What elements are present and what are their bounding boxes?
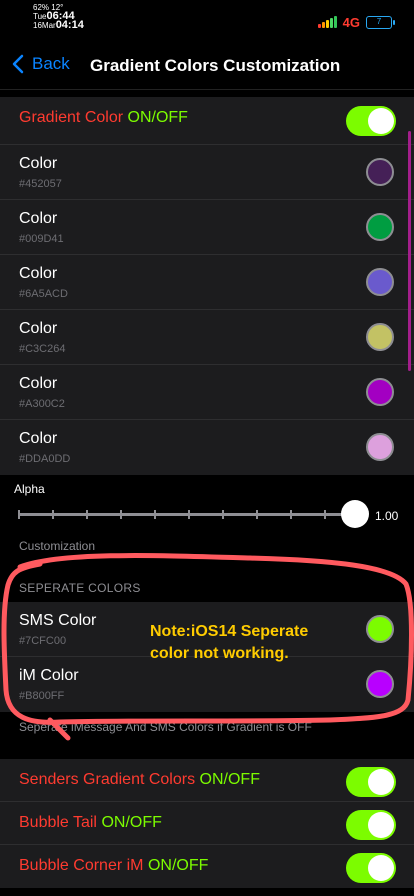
bubble-tail-label: Bubble Tail ON/OFF xyxy=(19,814,162,831)
color-swatch[interactable] xyxy=(366,213,394,241)
bubble-corner-label: Bubble Corner iM ON/OFF xyxy=(19,857,209,874)
color-swatch[interactable] xyxy=(366,158,394,186)
color-swatch[interactable] xyxy=(366,378,394,406)
slider-tick xyxy=(120,510,122,519)
status-bar: 62% 12° Tue06:44 16Mar04:14 4G 7 xyxy=(0,0,414,40)
navigation-bar: Back Gradient Colors Customization xyxy=(0,40,414,90)
back-button[interactable]: Back xyxy=(12,54,70,74)
alpha-slider-thumb[interactable] xyxy=(341,500,369,528)
bubble-corner-toggle-row: Bubble Corner iM ON/OFF xyxy=(0,845,414,888)
sms-color-swatch[interactable] xyxy=(366,615,394,643)
color-hex: #452057 xyxy=(19,178,62,190)
color-row[interactable]: Color #452057 xyxy=(0,145,414,200)
gradient-toggle-label: Gradient Color ON/OFF xyxy=(19,109,188,126)
page-title: Gradient Colors Customization xyxy=(90,56,341,75)
color-hex: #A300C2 xyxy=(19,398,65,410)
separate-colors-footer: Seperate iMessage And SMS Colors if Grad… xyxy=(19,720,312,734)
color-title: Color xyxy=(19,320,58,337)
slider-tick xyxy=(154,510,156,519)
color-title: Color xyxy=(19,265,58,282)
bubble-tail-toggle[interactable] xyxy=(346,810,396,840)
slider-tick xyxy=(188,510,190,519)
customization-footer: Customization xyxy=(19,539,96,553)
color-swatch[interactable] xyxy=(366,268,394,296)
slider-tick xyxy=(52,510,54,519)
slider-tick xyxy=(290,510,292,519)
color-row[interactable]: Color #6A5ACD xyxy=(0,255,414,310)
gradient-toggle-switch[interactable] xyxy=(346,106,396,136)
senders-gradient-toggle[interactable] xyxy=(346,767,396,797)
color-swatch[interactable] xyxy=(366,323,394,351)
color-title: Color xyxy=(19,210,58,227)
sms-color-hex: #7CFC00 xyxy=(19,635,67,647)
color-row[interactable]: Color #A300C2 xyxy=(0,365,414,420)
im-color-row[interactable]: iM Color #B800FF xyxy=(0,657,414,712)
alpha-slider-track[interactable] xyxy=(18,513,355,516)
network-type: 4G xyxy=(342,14,360,30)
color-hex: #DDA0DD xyxy=(19,453,71,465)
color-hex: #6A5ACD xyxy=(19,288,68,300)
date-label: 16Mar xyxy=(33,21,56,30)
slider-tick xyxy=(324,510,326,519)
gradient-colors-group: Gradient Color ON/OFF Color #452057 Colo… xyxy=(0,97,414,475)
color-row[interactable]: Color #DDA0DD xyxy=(0,420,414,475)
color-title: Color xyxy=(19,155,58,172)
battery-level: 7 xyxy=(376,16,382,26)
alpha-value: 1.00 xyxy=(375,509,399,523)
gradient-toggle-row: Gradient Color ON/OFF xyxy=(0,97,414,145)
color-swatch[interactable] xyxy=(366,433,394,461)
color-row[interactable]: Color #C3C264 xyxy=(0,310,414,365)
senders-gradient-label: Senders Gradient Colors ON/OFF xyxy=(19,771,260,788)
chevron-left-icon xyxy=(12,54,24,74)
battery-icon: 7 xyxy=(366,15,395,29)
alpha-label: Alpha xyxy=(14,482,45,496)
slider-tick xyxy=(86,510,88,519)
bubble-corner-toggle[interactable] xyxy=(346,853,396,883)
separate-colors-header: SEPERATE COLORS xyxy=(19,581,141,595)
status-left-info: 62% 12° Tue06:44 16Mar04:14 xyxy=(33,3,84,31)
extra-toggles-group: Senders Gradient Colors ON/OFF Bubble Ta… xyxy=(0,759,414,888)
status-right-info: 4G 7 xyxy=(317,14,395,30)
slider-tick xyxy=(222,510,224,519)
scroll-indicator[interactable] xyxy=(408,131,411,371)
annotation-note: Note:iOS14 Seperate color not working. xyxy=(150,623,309,662)
settings-content[interactable]: Gradient Color ON/OFF Color #452057 Colo… xyxy=(0,91,414,896)
senders-gradient-toggle-row: Senders Gradient Colors ON/OFF xyxy=(0,759,414,802)
bubble-tail-toggle-row: Bubble Tail ON/OFF xyxy=(0,802,414,845)
color-row[interactable]: Color #009D41 xyxy=(0,200,414,255)
slider-tick xyxy=(256,510,258,519)
secondary-time: 04:14 xyxy=(55,19,84,31)
im-color-hex: #B800FF xyxy=(19,690,65,702)
color-title: Color xyxy=(19,430,58,447)
day-label: Tue xyxy=(33,12,47,21)
color-hex: #C3C264 xyxy=(19,343,66,355)
color-hex: #009D41 xyxy=(19,233,64,245)
sms-color-title: SMS Color xyxy=(19,612,97,629)
im-color-swatch[interactable] xyxy=(366,670,394,698)
im-color-title: iM Color xyxy=(19,667,79,684)
slider-tick xyxy=(18,510,20,519)
back-label: Back xyxy=(32,54,70,73)
color-title: Color xyxy=(19,375,58,392)
signal-bars-icon xyxy=(317,16,337,28)
